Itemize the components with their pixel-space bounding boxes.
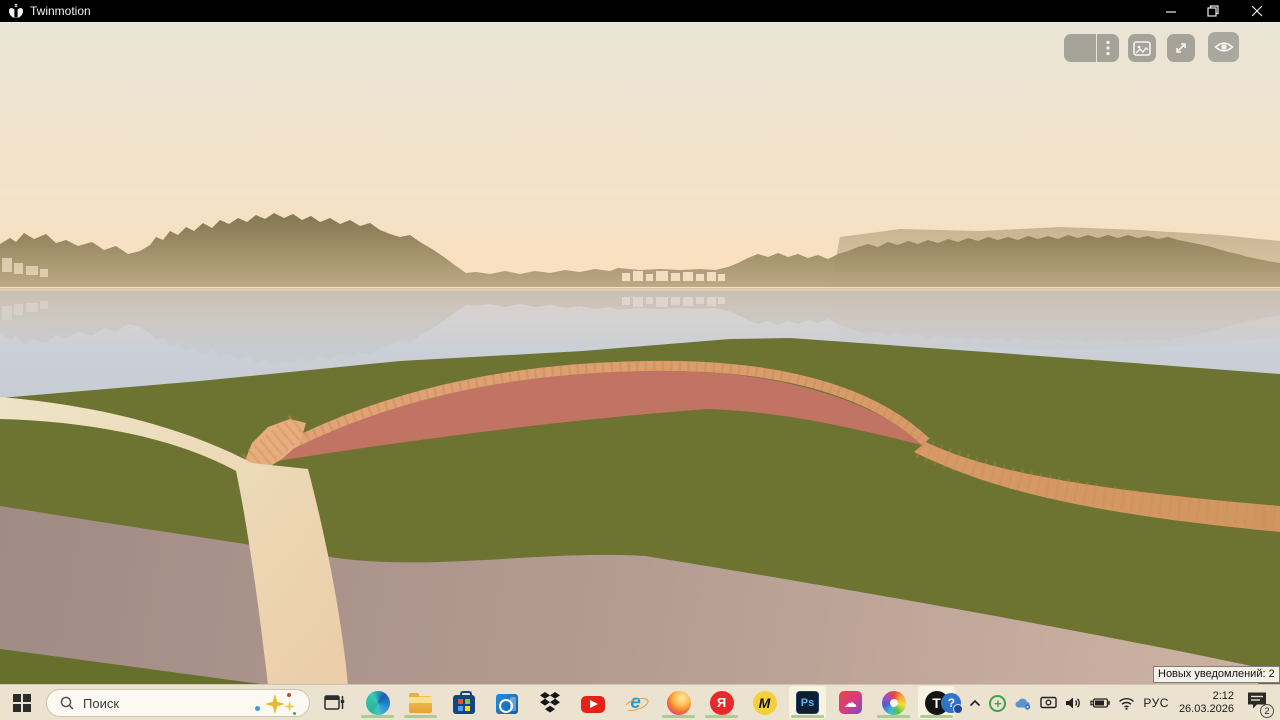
taskbar-app-edge[interactable]	[359, 686, 396, 719]
taskbar-app-explorer[interactable]	[402, 686, 439, 719]
taskbar-app-yandex[interactable]: Я	[703, 686, 740, 719]
twinmotion-logo-icon	[9, 4, 23, 18]
viewport[interactable]: Новых уведомлений: 2	[0, 22, 1280, 684]
edge-icon	[366, 691, 390, 715]
volume-tray-icon[interactable]	[1065, 696, 1082, 710]
search-icon	[60, 696, 74, 710]
screenshot-button[interactable]	[1128, 34, 1156, 62]
photoshop-icon: Ps	[796, 691, 819, 714]
green-plus-tray-icon[interactable]: +	[989, 695, 1006, 712]
eye-icon	[1214, 39, 1234, 55]
taskbar: Поиск	[0, 684, 1280, 720]
dropbox-icon	[538, 692, 562, 713]
restore-button[interactable]	[1196, 0, 1230, 22]
taskbar-app-youtube[interactable]	[574, 686, 611, 719]
help-tray-icon[interactable]: ?	[941, 693, 961, 713]
microsoft-store-icon	[453, 695, 475, 714]
camera-slot-button[interactable]	[1064, 34, 1096, 62]
search-placeholder: Поиск	[83, 696, 119, 711]
expand-icon	[1173, 40, 1189, 56]
creative-cloud-icon: ☁	[839, 691, 862, 714]
copilot-sparkle-icon	[251, 692, 297, 716]
taskbar-app-color-wheel[interactable]	[875, 686, 912, 719]
hidden-icons-chevron[interactable]	[969, 699, 981, 707]
taskbar-app-photoshop[interactable]: Ps	[789, 686, 826, 719]
window-title: Twinmotion	[30, 0, 91, 22]
language-indicator[interactable]: РУС	[1143, 696, 1169, 710]
notification-center-button[interactable]: 2	[1246, 691, 1270, 715]
notification-badge: 2	[1260, 704, 1274, 718]
internet-explorer-icon: e	[624, 691, 648, 715]
horizon-haze	[0, 218, 1280, 291]
speaker-icon	[1065, 696, 1082, 710]
wifi-icon	[1118, 697, 1135, 710]
notification-tooltip: Новых уведомлений: 2	[1153, 666, 1280, 683]
system-tray: ? +	[941, 685, 1270, 720]
taskbar-app-dropbox[interactable]	[531, 686, 568, 719]
cloud-icon	[1014, 696, 1032, 710]
battery-tray-icon[interactable]	[1090, 697, 1110, 709]
taskbar-apps: e Я M Ps ☁ T	[316, 686, 955, 719]
taskbar-app-task-view[interactable]	[316, 686, 353, 719]
scene-3d-render	[0, 23, 1280, 685]
cast-display-tray-icon[interactable]	[1040, 696, 1057, 710]
firefox-icon	[667, 691, 691, 715]
visibility-button[interactable]	[1208, 32, 1239, 62]
minimize-icon	[1166, 6, 1177, 17]
youtube-icon	[581, 696, 605, 713]
taskbar-app-store[interactable]	[445, 686, 482, 719]
yandex-browser-icon: Я	[710, 691, 734, 715]
taskbar-app-creative-cloud[interactable]: ☁	[832, 686, 869, 719]
cloud-tray-icon[interactable]	[1014, 696, 1032, 710]
clock-time: 2:12	[1179, 690, 1234, 703]
windows-logo-icon	[13, 694, 21, 702]
twinmotion-window: Twinmotion	[0, 0, 1280, 720]
close-icon	[1252, 6, 1263, 17]
screenshot-icon	[1133, 41, 1151, 56]
search-box[interactable]: Поиск	[46, 689, 310, 717]
chevron-up-icon	[969, 699, 981, 707]
miro-icon: M	[753, 691, 777, 715]
battery-icon	[1090, 697, 1110, 709]
minimize-button[interactable]	[1154, 0, 1188, 22]
color-wheel-icon	[882, 691, 906, 715]
title-bar: Twinmotion	[0, 0, 1280, 22]
clock[interactable]: 2:12 26.03.2026	[1179, 690, 1234, 716]
file-explorer-icon	[409, 696, 432, 713]
taskbar-app-firefox[interactable]	[660, 686, 697, 719]
fullscreen-button[interactable]	[1167, 34, 1195, 62]
taskbar-app-outlook[interactable]	[488, 686, 525, 719]
outlook-icon	[496, 694, 518, 714]
clock-date: 26.03.2026	[1179, 703, 1234, 716]
taskbar-app-miro[interactable]: M	[746, 686, 783, 719]
close-button[interactable]	[1240, 0, 1274, 22]
task-view-icon	[324, 694, 346, 712]
display-icon	[1040, 696, 1057, 710]
more-options-icon	[1106, 40, 1110, 56]
wifi-tray-icon[interactable]	[1118, 697, 1135, 710]
start-button[interactable]	[13, 694, 31, 712]
more-options-button[interactable]	[1097, 34, 1119, 62]
restore-icon	[1207, 5, 1219, 17]
taskbar-app-internet-explorer[interactable]: e	[617, 686, 654, 719]
